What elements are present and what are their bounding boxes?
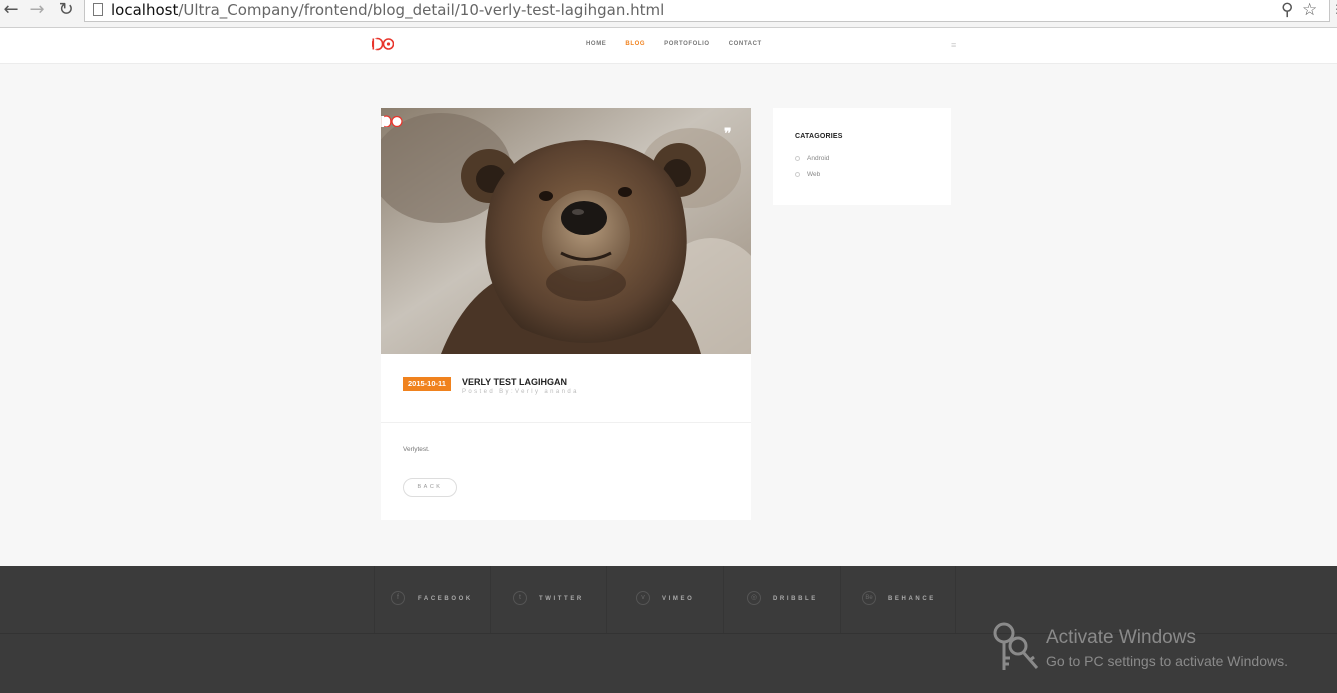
social-link-twitter[interactable]: t TWITTER: [490, 566, 606, 633]
page-icon: [93, 3, 103, 16]
categories-widget: CATAGORIES Android Web: [773, 108, 951, 205]
twitter-icon: t: [513, 591, 527, 605]
social-label: VIMEO: [662, 596, 695, 602]
social-label: FACEBOOK: [418, 596, 473, 602]
behance-icon: Be: [862, 591, 876, 605]
category-item-web[interactable]: Web: [795, 171, 820, 178]
footer-logo[interactable]: [381, 113, 403, 127]
post-title: VERLY TEST LAGIHGAN: [462, 377, 568, 387]
back-arrow-icon[interactable]: ←: [0, 0, 22, 22]
category-item-android[interactable]: Android: [795, 155, 829, 162]
main-nav: HOME BLOG PORTOFOLIO CONTACT: [586, 41, 781, 47]
dribbble-icon: ◎: [747, 591, 761, 605]
blog-post-card: ❞ 2015-10-11 VERLY TEST LAGIHGAN Posted …: [381, 108, 751, 520]
reload-icon[interactable]: ↻: [55, 0, 77, 22]
url-text: localhost/Ultra_Company/frontend/blog_de…: [111, 1, 665, 19]
nav-item-blog[interactable]: BLOG: [625, 41, 645, 47]
forward-arrow-icon[interactable]: →: [26, 0, 48, 22]
social-label: DRIBBLE: [773, 596, 818, 602]
circle-icon: [795, 172, 800, 177]
divider: [381, 422, 751, 423]
address-bar[interactable]: localhost/Ultra_Company/frontend/blog_de…: [84, 0, 1330, 22]
social-link-behance[interactable]: Be BEHANCE: [840, 566, 956, 633]
post-image: [381, 108, 751, 354]
categories-title: CATAGORIES: [795, 133, 843, 140]
hamburger-icon[interactable]: ≡: [951, 40, 956, 50]
quote-icon: ❞: [724, 126, 732, 142]
post-body: Verlytest.: [403, 446, 430, 453]
activate-title: Activate Windows: [1046, 627, 1196, 648]
post-meta: Posted By:Verly ananda: [462, 389, 579, 395]
back-button[interactable]: BACK: [403, 478, 457, 497]
vimeo-icon: v: [636, 591, 650, 605]
social-label: BEHANCE: [888, 596, 936, 602]
category-label: Web: [807, 171, 821, 178]
category-label: Android: [807, 155, 830, 162]
nav-item-home[interactable]: HOME: [586, 41, 606, 47]
facebook-icon: f: [391, 591, 405, 605]
activate-subtitle: Go to PC settings to activate Windows.: [1046, 653, 1288, 669]
nav-item-portofolio[interactable]: PORTOFOLIO: [664, 41, 710, 47]
star-icon[interactable]: ☆: [1302, 0, 1317, 20]
circle-icon: [795, 156, 800, 161]
post-date-badge: 2015-10-11: [403, 377, 451, 391]
social-link-vimeo[interactable]: v VIMEO: [606, 566, 722, 633]
browser-toolbar: ← → ↻ localhost/Ultra_Company/frontend/b…: [0, 0, 1337, 28]
logo[interactable]: [372, 37, 394, 52]
social-links: f FACEBOOK t TWITTER v VIMEO ◎ DRIBBLE B…: [0, 566, 1337, 634]
zoom-icon[interactable]: ⚲: [1281, 0, 1293, 20]
site-header: HOME BLOG PORTOFOLIO CONTACT ≡: [0, 28, 1337, 64]
nav-item-contact[interactable]: CONTACT: [729, 41, 762, 47]
social-link-facebook[interactable]: f FACEBOOK: [374, 566, 490, 633]
social-label: TWITTER: [539, 596, 584, 602]
keys-icon: [993, 622, 1039, 670]
social-link-dribble[interactable]: ◎ DRIBBLE: [723, 566, 839, 633]
menu-icon[interactable]: ⋮: [1331, 2, 1337, 16]
